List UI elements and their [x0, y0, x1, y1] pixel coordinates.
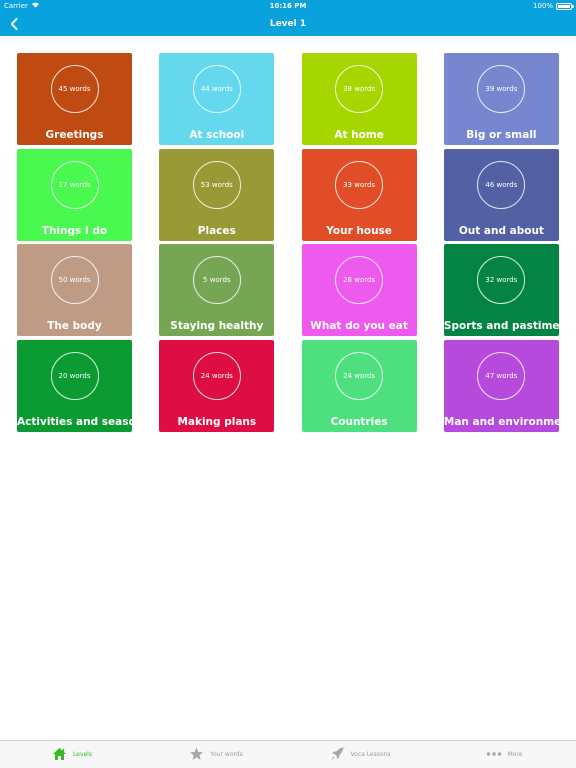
topic-tile[interactable]: 45 words Greetings — [17, 53, 132, 145]
word-count-circle: 39 words — [477, 65, 526, 113]
topic-name: Big or small — [466, 129, 537, 141]
word-count: 47 words — [485, 371, 518, 380]
topic-name: Staying healthy — [170, 320, 264, 332]
topic-name: Out and about — [458, 224, 544, 237]
word-count-circle: 46 words — [477, 160, 526, 209]
topic-name: At home — [334, 129, 384, 141]
topic-tile[interactable]: 20 words Activities and seasons — [17, 339, 132, 432]
word-count-circle: 47 words — [477, 351, 526, 400]
word-count-circle: 50 words — [50, 256, 99, 304]
tab-your-words[interactable]: Your words — [144, 741, 288, 768]
word-count: 44 words — [200, 85, 233, 93]
word-count: 32 words — [485, 276, 518, 284]
word-count-circle: 5 words — [192, 256, 241, 304]
topic-name: Activities and seasons — [17, 415, 132, 428]
status-bar: Carrier 10:16 PM 100% — [0, 0, 576, 12]
word-count-circle: 53 words — [192, 160, 241, 209]
topic-name: Sports and pastimes — [443, 320, 559, 332]
star-icon — [189, 747, 204, 763]
topic-tile[interactable]: 47 words Man and environment — [443, 339, 559, 432]
topic-name: Places — [197, 224, 236, 237]
word-count-circle: 33 words — [335, 160, 384, 209]
tab-more[interactable]: More — [432, 741, 576, 768]
word-count-circle: 45 words — [50, 65, 99, 113]
word-count: 38 words — [343, 85, 376, 93]
topic-name: Man and environment — [443, 415, 559, 428]
tab-bar: Levels Your words Voca Lessons More — [0, 740, 576, 768]
topic-tile[interactable]: 44 words At school — [159, 53, 275, 145]
topic-name: Countries — [330, 415, 388, 428]
topic-name: What do you eat — [310, 320, 408, 332]
word-count: 20 words — [58, 371, 91, 380]
tab-label: Voca Lessons — [350, 750, 391, 758]
topic-tile[interactable]: 46 words Out and about — [443, 148, 559, 241]
status-time: 10:16 PM — [269, 2, 307, 10]
word-count: 24 words — [343, 371, 376, 380]
tab-levels[interactable]: Levels — [0, 741, 144, 768]
word-count: 46 words — [485, 180, 518, 189]
word-count-circle: 32 words — [477, 256, 526, 304]
topic-tile[interactable]: 38 words At home — [301, 53, 417, 145]
topic-name: Your house — [326, 224, 392, 237]
page-title: Level 1 — [269, 19, 307, 29]
battery-group: 100% — [532, 0, 574, 12]
tab-label: More — [507, 750, 523, 758]
word-count: 50 words — [58, 276, 91, 284]
word-count-circle: 17 words — [50, 160, 99, 209]
topic-tile[interactable]: 5 words Staying healthy — [159, 244, 275, 336]
tab-label: Levels — [73, 750, 92, 758]
battery-percent: 100% — [532, 2, 553, 10]
tab-voca-lessons[interactable]: Voca Lessons — [288, 741, 432, 768]
topic-tile[interactable]: 26 words What do you eat — [301, 244, 417, 336]
word-count-circle: 24 words — [192, 351, 241, 400]
word-count-circle: 44 words — [192, 65, 241, 113]
word-count: 45 words — [58, 85, 91, 93]
house-icon — [52, 747, 67, 763]
word-count-circle: 20 words — [50, 351, 99, 400]
topic-name: At school — [189, 129, 245, 141]
topic-name: Greetings — [45, 129, 104, 141]
rocket-icon — [330, 747, 345, 763]
topic-tile[interactable]: 24 words Countries — [301, 339, 417, 432]
topic-tile[interactable]: 24 words Making plans — [159, 339, 275, 432]
topic-name: Things I do — [41, 224, 108, 237]
tab-label: Your words — [210, 750, 243, 758]
topic-tile[interactable]: 39 words Big or small — [443, 53, 559, 145]
topic-name: The body — [47, 320, 102, 332]
topic-tile[interactable]: 32 words Sports and pastimes — [443, 244, 559, 336]
topic-tile[interactable]: 50 words The body — [17, 244, 132, 336]
topic-tile[interactable]: 33 words Your house — [301, 148, 417, 241]
app-screen: Carrier 10:16 PM 100% Level 1 45 words Gr… — [0, 0, 576, 768]
word-count-circle: 24 words — [335, 351, 384, 400]
word-count: 24 words — [200, 371, 233, 380]
word-count: 26 words — [343, 276, 376, 284]
word-count: 5 words — [203, 276, 231, 284]
word-count-circle: 26 words — [335, 256, 384, 304]
battery-icon — [556, 3, 574, 10]
word-count: 17 words — [58, 180, 91, 189]
topic-name: Making plans — [177, 415, 257, 428]
topic-tile[interactable]: 53 words Places — [159, 148, 275, 241]
nav-bar: Level 1 — [0, 12, 576, 36]
word-count: 53 words — [200, 180, 233, 189]
topic-grid: 45 words Greetings 44 words At school 38 w… — [17, 53, 559, 432]
word-count: 39 words — [485, 85, 518, 93]
more-dots-icon — [486, 751, 502, 759]
word-count-circle: 38 words — [335, 65, 384, 113]
word-count: 33 words — [343, 180, 376, 189]
topic-tile[interactable]: 17 words Things I do — [17, 148, 132, 241]
